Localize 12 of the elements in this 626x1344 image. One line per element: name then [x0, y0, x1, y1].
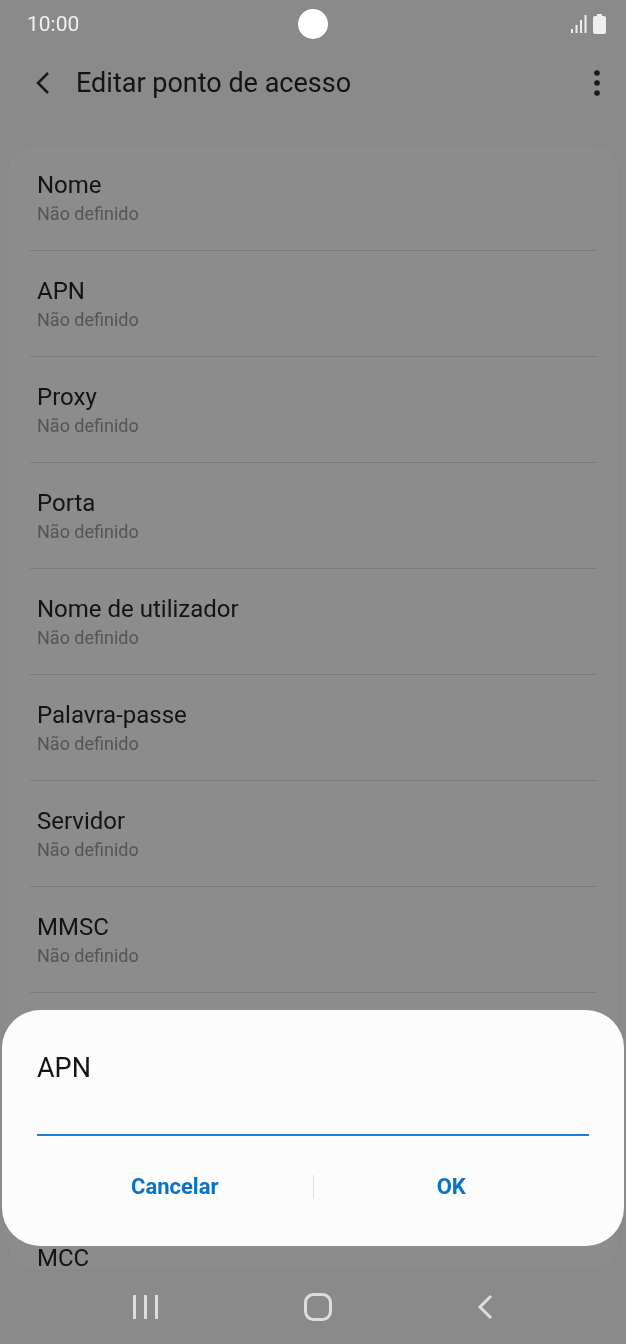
- page-title: Editar ponto de acesso: [76, 67, 353, 99]
- signal-icon: [571, 15, 587, 33]
- home-icon[interactable]: [304, 1293, 332, 1321]
- status-time: 10:00: [27, 12, 80, 36]
- battery-icon: [593, 14, 606, 34]
- recent-apps-icon[interactable]: [132, 1295, 159, 1319]
- camera-hole: [298, 9, 328, 39]
- cancel-button[interactable]: Cancelar: [37, 1166, 313, 1207]
- back-icon[interactable]: [36, 71, 50, 95]
- dialog-title: APN: [37, 1052, 91, 1084]
- more-options-icon[interactable]: [594, 70, 600, 96]
- ok-button[interactable]: OK: [313, 1166, 589, 1207]
